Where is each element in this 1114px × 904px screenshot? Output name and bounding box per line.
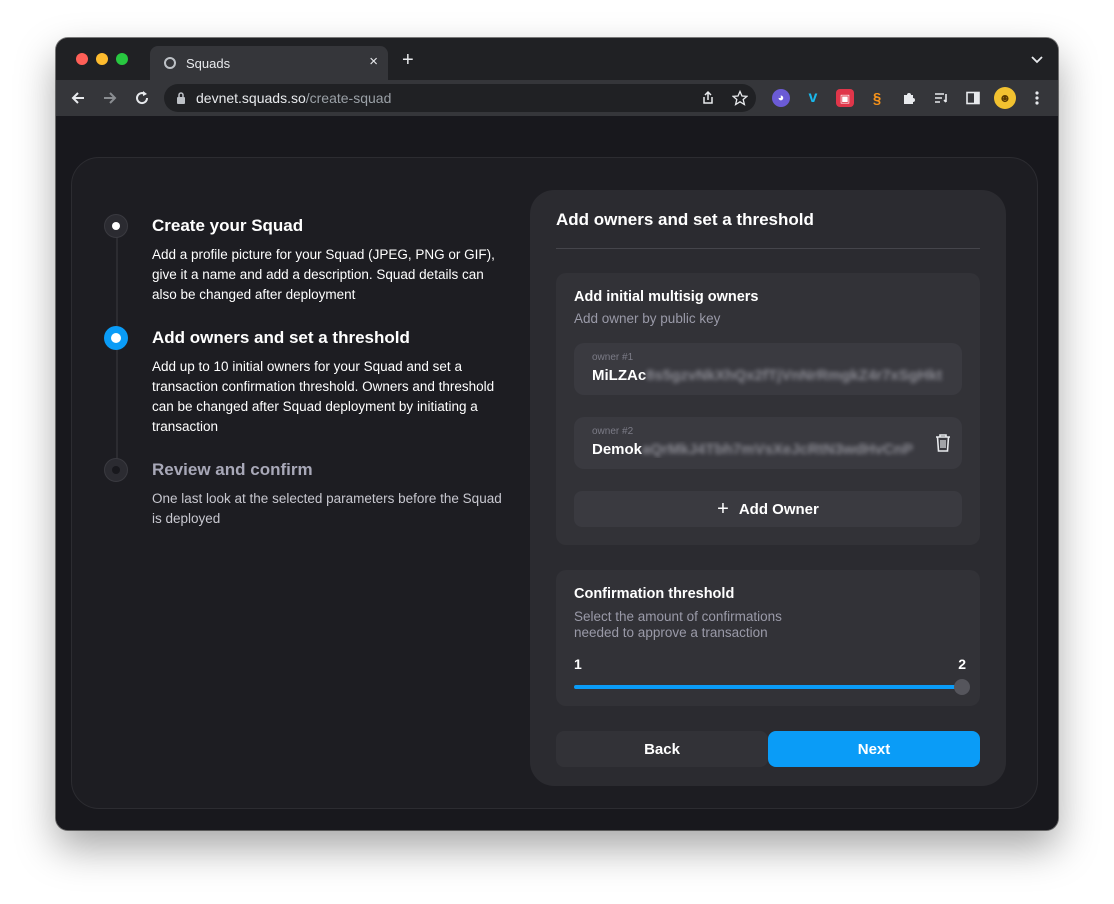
add-owner-label: Add Owner	[738, 500, 819, 518]
address-bar[interactable]: devnet.squads.so/create-squad	[164, 84, 756, 112]
extension-phantom-icon[interactable]: ◕	[772, 89, 790, 107]
slider-min-label: 1	[574, 656, 582, 672]
tab-title: Squads	[186, 55, 231, 71]
new-tab-button[interactable]: +	[402, 50, 414, 70]
step-add-owners: Add owners and set a threshold Add up to…	[152, 328, 504, 437]
tab-close-icon[interactable]: ×	[369, 54, 378, 70]
owner-1-field[interactable]: owner #1 MiLZAc8s5gzvNkXhQx2fTjVnNrRmgkZ…	[574, 343, 962, 395]
close-window-button[interactable]	[76, 53, 88, 65]
browser-toolbar: devnet.squads.so/create-squad ◕ v ▣ § ☻	[56, 80, 1058, 116]
step-review-confirm: Review and confirm One last look at the …	[152, 460, 504, 529]
share-icon[interactable]	[700, 90, 716, 106]
step-1-indicator	[104, 214, 128, 238]
star-icon[interactable]	[732, 90, 748, 106]
forward-arrow-icon[interactable]	[100, 88, 120, 108]
divider	[556, 248, 980, 249]
extension-lock-icon[interactable]: ▣	[836, 89, 854, 107]
step-description: One last look at the selected parameters…	[152, 491, 502, 526]
extension-vimeo-icon[interactable]: v	[804, 89, 822, 107]
trash-icon[interactable]	[934, 433, 952, 453]
puzzle-icon[interactable]	[900, 89, 918, 107]
plus-icon: +	[717, 497, 729, 520]
browser-window: Squads × + devnet.squads.so/create-squad	[56, 38, 1058, 830]
owners-section: Add initial multisig owners Add owner by…	[556, 273, 980, 545]
owners-threshold-panel: Add owners and set a threshold Add initi…	[530, 190, 1006, 786]
next-button[interactable]: Next	[768, 731, 980, 767]
chevron-down-icon[interactable]	[1030, 52, 1044, 66]
owners-section-title: Add initial multisig owners	[574, 289, 759, 305]
tab-bar: Squads × +	[56, 38, 1058, 80]
step-description: Add a profile picture for your Squad (JP…	[152, 247, 495, 302]
more-menu-icon[interactable]	[1028, 89, 1046, 107]
slider-max-label: 2	[958, 656, 966, 672]
owner-value[interactable]: DemokaQrMkJ4Tbh7mVsXeJcRtN3wdHvCnP	[592, 441, 918, 458]
squads-favicon-icon	[164, 57, 176, 69]
threshold-slider-thumb[interactable]	[954, 679, 970, 695]
threshold-subtitle-line-1: Select the amount of confirmations	[574, 609, 782, 624]
page-content: Create your Squad Add a profile picture …	[56, 116, 1058, 830]
owner-2-field[interactable]: owner #2 DemokaQrMkJ4Tbh7mVsXeJcRtN3wdHv…	[574, 417, 962, 469]
url-host: devnet.squads.so	[196, 90, 306, 106]
reload-icon[interactable]	[132, 88, 152, 108]
threshold-section: Confirmation threshold Select the amount…	[556, 570, 980, 706]
tab-squads[interactable]: Squads ×	[150, 46, 388, 80]
threshold-subtitle-line-2: needed to approve a transaction	[574, 625, 768, 640]
create-squad-card: Create your Squad Add a profile picture …	[71, 157, 1038, 809]
step-create-squad: Create your Squad Add a profile picture …	[152, 216, 504, 305]
side-panel-icon[interactable]	[964, 89, 982, 107]
profile-avatar[interactable]: ☻	[994, 87, 1016, 109]
step-2-indicator	[104, 326, 128, 350]
step-title: Create your Squad	[152, 216, 304, 235]
owners-section-subtitle: Add owner by public key	[574, 311, 721, 326]
minimize-window-button[interactable]	[96, 53, 108, 65]
add-owner-button[interactable]: + Add Owner	[574, 491, 962, 527]
step-title: Review and confirm	[152, 460, 313, 479]
url-path: /create-squad	[305, 90, 392, 106]
panel-title: Add owners and set a threshold	[556, 210, 814, 229]
back-button[interactable]: Back	[556, 731, 768, 767]
reading-list-icon[interactable]	[932, 89, 950, 107]
back-arrow-icon[interactable]	[68, 88, 88, 108]
extension-solflare-icon[interactable]: §	[868, 89, 886, 107]
maximize-window-button[interactable]	[116, 53, 128, 65]
step-3-indicator	[104, 458, 128, 482]
threshold-slider-track[interactable]	[574, 685, 962, 689]
lock-icon	[177, 92, 185, 104]
step-description: Add up to 10 initial owners for your Squ…	[152, 359, 495, 434]
threshold-section-title: Confirmation threshold	[574, 586, 735, 602]
step-title: Add owners and set a threshold	[152, 328, 410, 347]
owner-value[interactable]: MiLZAc8s5gzvNkXhQx2fTjVnNrRmgkZ4r7xSgHkt	[592, 367, 942, 384]
owner-label: owner #1	[592, 352, 634, 363]
owner-label: owner #2	[592, 426, 634, 437]
